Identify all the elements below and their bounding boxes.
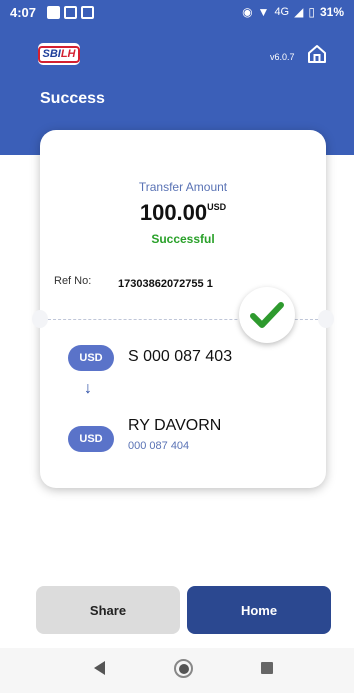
bank-logo: SBILH (38, 43, 80, 65)
wifi-icon: ▼ (257, 5, 270, 19)
success-check-badge (239, 287, 295, 343)
arrow-down-icon: ↓ (84, 380, 92, 397)
battery-level: 31% (319, 5, 344, 19)
notification-icon (64, 6, 77, 19)
receipt-card: Transfer Amount 100.00USD Successful Ref… (32, 130, 334, 488)
to-currency-badge: USD (68, 426, 114, 452)
page-title: Success (40, 90, 105, 107)
network-type: 4G (274, 6, 290, 18)
amount-currency: USD (207, 202, 227, 212)
home-button[interactable]: Home (187, 586, 331, 634)
from-currency-badge: USD (68, 345, 114, 371)
status-bar: 4:07 ◉ ▼ 4G ◢ ▯ 31% (0, 0, 354, 26)
from-account-number: S 000 087 403 (128, 348, 233, 365)
ticket-notch-left (32, 310, 48, 328)
logo-text-sbi: SBI (42, 47, 61, 60)
transfer-status: Successful (151, 232, 215, 246)
notification-icons (47, 6, 94, 19)
beneficiary-name: RY DAVORN (128, 417, 222, 434)
back-icon[interactable] (94, 661, 105, 675)
home-icon[interactable] (306, 43, 328, 65)
app-version: v6.0.7 (270, 52, 295, 62)
recent-apps-icon[interactable] (261, 662, 273, 674)
amount-row: 100.00USD (40, 200, 326, 226)
nav-home-icon[interactable] (174, 659, 193, 678)
amount-value: 100.00 (139, 200, 208, 225)
system-nav-bar (0, 648, 354, 693)
signal-icon: ◢ (294, 5, 304, 19)
checkmark-icon (250, 302, 284, 328)
ticket-notch-right (318, 310, 334, 328)
ref-value: 17303862072755 1 (118, 278, 213, 290)
gallery-notification-icon (47, 6, 60, 19)
vpn-key-icon: ◉ (242, 5, 253, 19)
logo-text-lh: LH (60, 47, 76, 60)
status-indicators: ◉ ▼ 4G ◢ ▯ 31% (242, 5, 344, 19)
amount-label: Transfer Amount (138, 180, 228, 194)
battery-icon: ▯ (308, 5, 315, 19)
status-time: 4:07 (10, 5, 37, 20)
notification-icon (81, 6, 94, 19)
beneficiary-account: 000 087 404 (128, 440, 190, 452)
share-button[interactable]: Share (36, 586, 180, 634)
ref-label: Ref No: (54, 275, 92, 287)
